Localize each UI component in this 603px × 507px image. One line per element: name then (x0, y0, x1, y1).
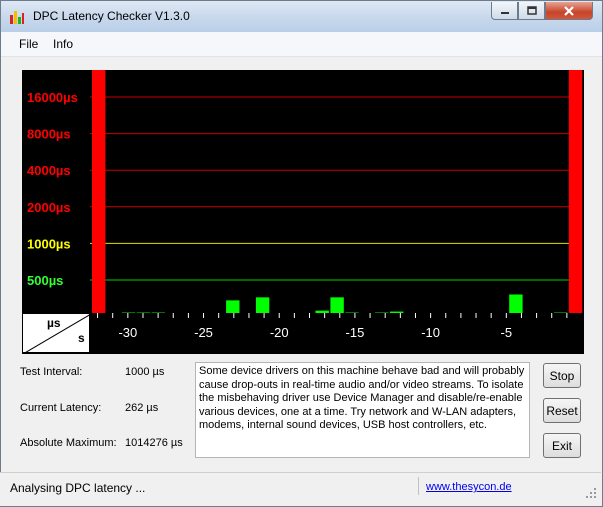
menu-file[interactable]: File (19, 37, 38, 51)
maximize-button[interactable] (518, 2, 545, 20)
y-tick-label: 2000µs (27, 200, 71, 215)
x-tick-label: -25 (194, 325, 213, 340)
latency-bar (92, 70, 106, 313)
x-tick-label: -5 (501, 325, 513, 340)
corner-unit-s: s (78, 331, 85, 345)
status-bar: Analysing DPC latency ... www.thesycon.d… (0, 472, 601, 506)
exit-button[interactable]: Exit (543, 433, 581, 458)
test-interval-value: 1000 µs (125, 366, 165, 378)
minimize-icon (500, 11, 509, 14)
status-text: Analysing DPC latency ... (10, 481, 146, 495)
minimize-button[interactable] (491, 2, 518, 20)
latency-chart: 16000µs 8000µs 4000µs 2000µs 1000µs 500µs -30… (22, 70, 584, 354)
app-bar-chart-icon (10, 11, 24, 24)
latency-bar (226, 300, 240, 313)
latency-bar (390, 311, 404, 313)
x-tick-label: -10 (421, 325, 440, 340)
title-bar[interactable]: DPC Latency Checker V1.3.0 (1, 1, 602, 32)
latency-bar (330, 297, 344, 313)
maximize-icon (526, 5, 537, 15)
reset-button[interactable]: Reset (543, 398, 581, 423)
menu-bar: File Info (1, 32, 602, 57)
resize-grip-icon[interactable] (585, 487, 597, 499)
absolute-maximum-label: Absolute Maximum: (20, 437, 117, 449)
y-tick-label: 1000µs (27, 236, 71, 251)
website-link[interactable]: www.thesycon.de (426, 481, 512, 493)
latency-bar (509, 294, 523, 313)
latency-bar (315, 310, 329, 313)
y-tick-label: 8000µs (27, 127, 71, 142)
x-tick-label: -30 (118, 325, 137, 340)
close-button[interactable] (545, 2, 593, 20)
current-latency-value: 262 µs (125, 402, 159, 414)
y-tick-label: 4000µs (27, 163, 71, 178)
y-tick-label: 16000µs (27, 90, 78, 105)
axis-corner-box: µs s (22, 313, 91, 354)
corner-unit-us: µs (47, 316, 61, 330)
x-tick-label: -15 (346, 325, 365, 340)
stop-button[interactable]: Stop (543, 363, 581, 388)
x-tick-label: -20 (270, 325, 289, 340)
close-icon (564, 5, 574, 16)
y-tick-label: 500µs (27, 273, 63, 288)
test-interval-label: Test Interval: (20, 366, 83, 378)
latency-bar (255, 297, 270, 313)
absolute-maximum-value: 1014276 µs (125, 437, 183, 449)
latency-bar (568, 70, 583, 313)
menu-info[interactable]: Info (53, 37, 73, 51)
description-text: Some device drivers on this machine beha… (195, 362, 530, 458)
chart-background (22, 70, 584, 354)
status-separator (418, 477, 419, 495)
current-latency-label: Current Latency: (20, 402, 102, 414)
window-title: DPC Latency Checker V1.3.0 (33, 9, 190, 23)
